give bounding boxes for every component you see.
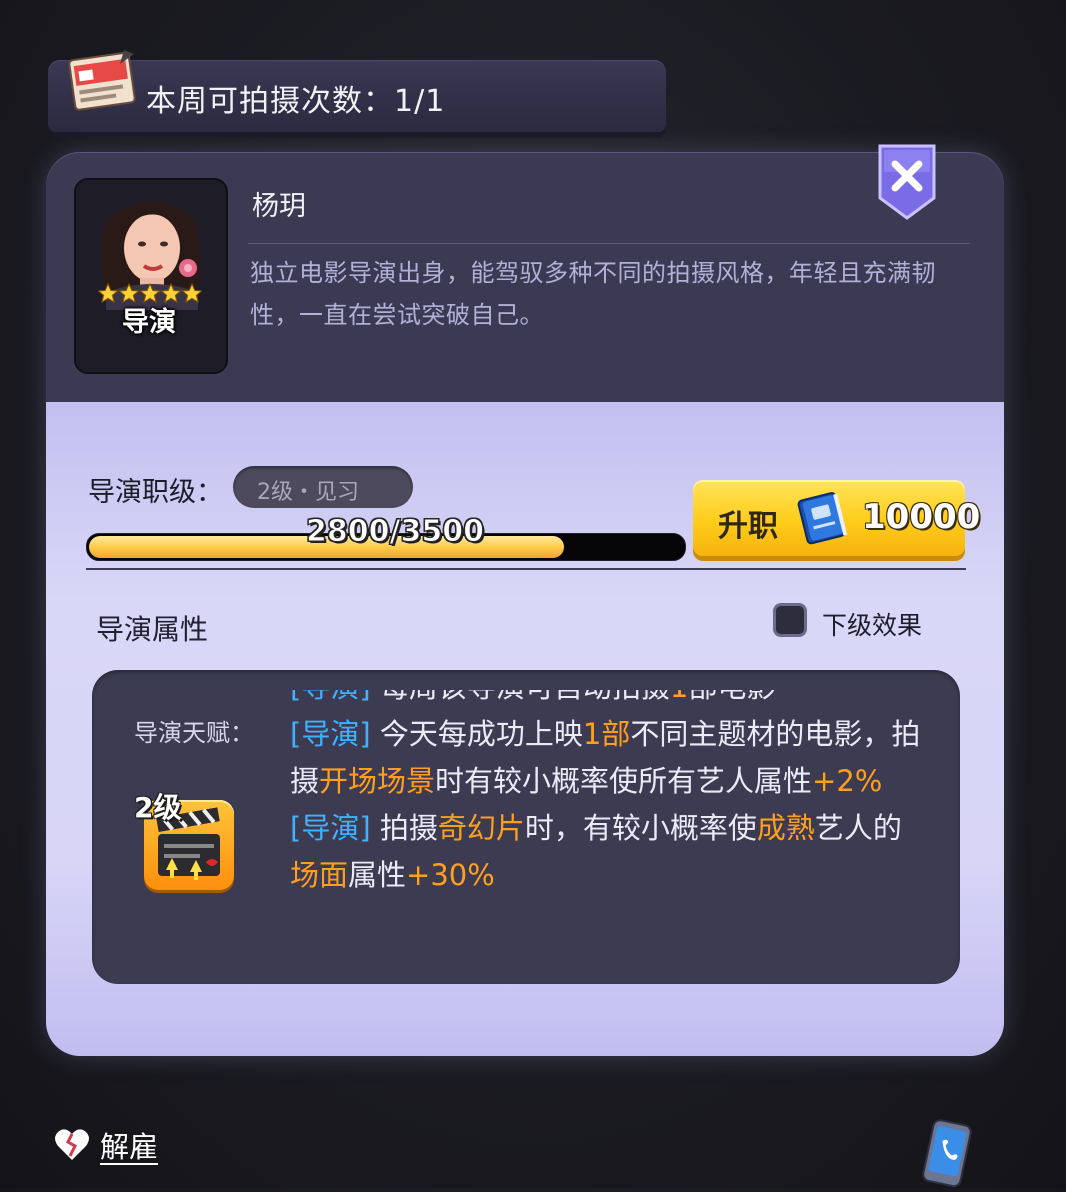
role-label: 导演 <box>122 307 176 338</box>
talent-line: [导演] 每周该导演可自动拍摄1部电影 <box>290 690 930 711</box>
experience-text: 2800/3500 <box>306 514 485 550</box>
fire-button[interactable]: 解雇 <box>100 1124 158 1166</box>
ticket-icon <box>66 46 142 116</box>
talent-description-scroll[interactable]: [导演] 每周该导演可自动拍摄1部电影 [导演] 今天每成功上映1部不同主题材的… <box>290 690 930 970</box>
phone-icon[interactable] <box>916 1118 976 1188</box>
talent-line: [导演] 今天每成功上映1部不同主题材的电影，拍摄开场场景时有较小概率使所有艺人… <box>290 717 921 798</box>
next-level-checkbox[interactable] <box>773 603 807 637</box>
next-level-label: 下级效果 <box>822 611 923 640</box>
talent-level: 2级 <box>134 791 182 824</box>
weekly-shoots-label: 本周可拍摄次数：1/1 <box>146 84 446 119</box>
character-portrait <box>74 178 228 374</box>
divider <box>248 243 970 244</box>
director-level-label: 导演职级： <box>88 477 223 508</box>
close-icon <box>878 144 936 220</box>
level-rank-text: 2级・见习 <box>257 480 359 505</box>
talent-label: 导演天赋： <box>134 719 254 747</box>
heart-break-icon[interactable] <box>52 1124 92 1164</box>
character-description: 独立电影导演出身，能驾驭多种不同的拍摄风格，年轻且充满韧性，一直在尝试突破自己。 <box>250 259 936 329</box>
director-attributes-title: 导演属性 <box>96 613 209 646</box>
close-button[interactable] <box>876 142 938 222</box>
promote-label: 升职 <box>718 509 778 544</box>
talent-line: [导演] 拍摄奇幻片时，有较小概率使成熟艺人的场面属性+30% <box>290 811 902 892</box>
character-name: 杨玥 <box>252 191 306 222</box>
book-icon <box>792 486 852 546</box>
promote-cost: 10000 <box>862 497 981 537</box>
divider <box>86 568 966 570</box>
